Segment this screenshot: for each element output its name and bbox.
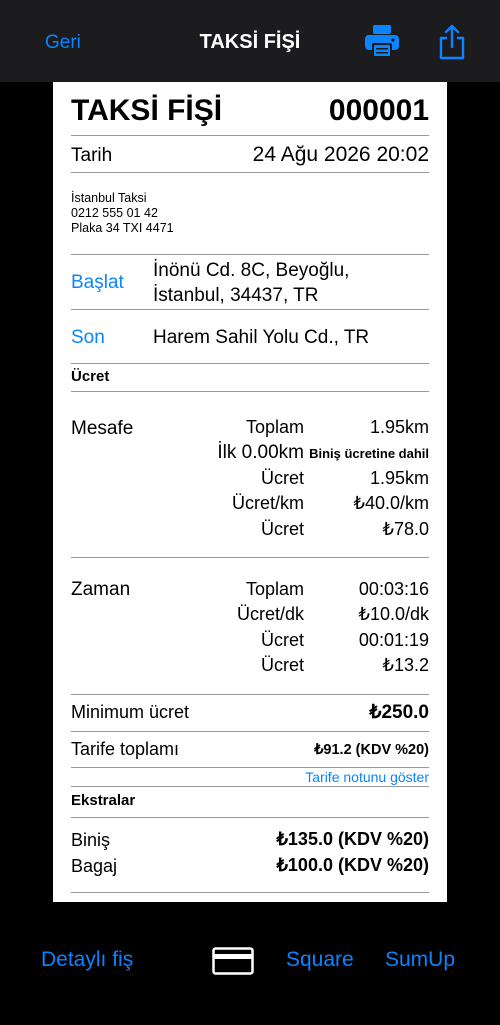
- receipt-paper: TAKSİ FİŞİ 000001 Tarih 24 Ağu 2026 20:0…: [53, 82, 447, 902]
- distance-fare-key: Ücret: [260, 468, 304, 488]
- end-label[interactable]: Son: [71, 327, 105, 349]
- rate-per-km-key: Ücret/km: [232, 493, 304, 513]
- charged-time-value: 00:01:19: [358, 630, 429, 650]
- initial-distance-value: Biniş ücretine dahil: [309, 446, 429, 461]
- time-total-value: 00:03:16: [358, 579, 429, 599]
- start-label[interactable]: Başlat: [71, 272, 124, 294]
- extra-item-label: Biniş: [71, 830, 111, 850]
- extras-section-heading: Ekstralar: [71, 792, 136, 809]
- initial-distance-key: İlk 0.00km: [217, 442, 304, 463]
- divider: [71, 557, 429, 558]
- company-phone: 0212 555 01 42: [71, 206, 158, 220]
- company-plate: Plaka 34 TXI 4471: [71, 221, 174, 235]
- extra-item-value: ₺100.0 (KDV %20): [276, 855, 429, 875]
- divider: [71, 172, 429, 173]
- minimum-fare-value: ₺250.0: [369, 702, 429, 723]
- divider: [71, 309, 429, 310]
- divider: [71, 817, 429, 818]
- tariff-total-label: Tarife toplamı: [71, 739, 180, 759]
- share-icon[interactable]: [438, 24, 466, 60]
- charged-time-key: Ücret: [260, 630, 304, 650]
- divider: [71, 254, 429, 255]
- rate-per-km-value: ₺40.0/km: [353, 493, 429, 513]
- detailed-receipt-button[interactable]: Detaylı fiş: [41, 948, 133, 972]
- distance-cost-value: ₺78.0: [382, 519, 430, 539]
- divider: [71, 391, 429, 392]
- tariff-note-link[interactable]: Tarife notunu göster: [305, 769, 429, 785]
- date-value: 24 Ağu 2026 20:02: [252, 143, 429, 166]
- company-name: İstanbul Taksi: [71, 191, 147, 205]
- start-address: İnönü Cd. 8C, Beyoğlu, İstanbul, 34437, …: [153, 258, 429, 308]
- distance-fare-value: 1.95km: [369, 468, 429, 488]
- divider: [71, 363, 429, 364]
- divider: [71, 786, 429, 787]
- start-address-line: İstanbul, 34437, TR: [153, 285, 319, 306]
- extra-item-value: ₺135.0 (KDV %20): [276, 829, 429, 849]
- receipt-title: TAKSİ FİŞİ: [71, 94, 223, 127]
- minimum-fare-label: Minimum ücret: [71, 702, 190, 722]
- divider: [71, 694, 429, 695]
- time-total-key: Toplam: [245, 579, 304, 599]
- rate-per-minute-value: ₺10.0/dk: [358, 604, 430, 624]
- divider: [71, 892, 429, 893]
- end-address: Harem Sahil Yolu Cd., TR: [153, 327, 370, 348]
- tariff-total-value: ₺91.2 (KDV %20): [314, 742, 429, 758]
- time-cost-key: Ücret: [260, 655, 304, 675]
- divider: [71, 767, 429, 768]
- fare-section-heading: Ücret: [71, 368, 110, 385]
- start-address-line: İnönü Cd. 8C, Beyoğlu,: [153, 260, 350, 281]
- extra-item-label: Bagaj: [71, 856, 118, 876]
- credit-card-icon[interactable]: [212, 947, 254, 975]
- divider: [71, 731, 429, 732]
- date-label: Tarih: [71, 145, 113, 166]
- bottom-toolbar: Detaylı fiş Square SumUp: [0, 935, 500, 985]
- receipt-number: 000001: [328, 94, 429, 127]
- time-cost-value: ₺13.2: [382, 655, 430, 675]
- back-button[interactable]: Geri: [45, 32, 81, 54]
- distance-total-key: Toplam: [245, 417, 304, 437]
- divider: [71, 135, 429, 136]
- distance-cost-key: Ücret: [260, 519, 304, 539]
- square-button[interactable]: Square: [286, 948, 354, 972]
- distance-total-value: 1.95km: [369, 417, 429, 437]
- navigation-bar: Geri TAKSİ FİŞİ: [0, 0, 500, 82]
- sumup-button[interactable]: SumUp: [385, 948, 455, 972]
- company-info: İstanbul Taksi 0212 555 01 42 Plaka 34 T…: [71, 191, 174, 236]
- printer-icon[interactable]: [364, 24, 400, 58]
- rate-per-minute-key: Ücret/dk: [236, 604, 304, 624]
